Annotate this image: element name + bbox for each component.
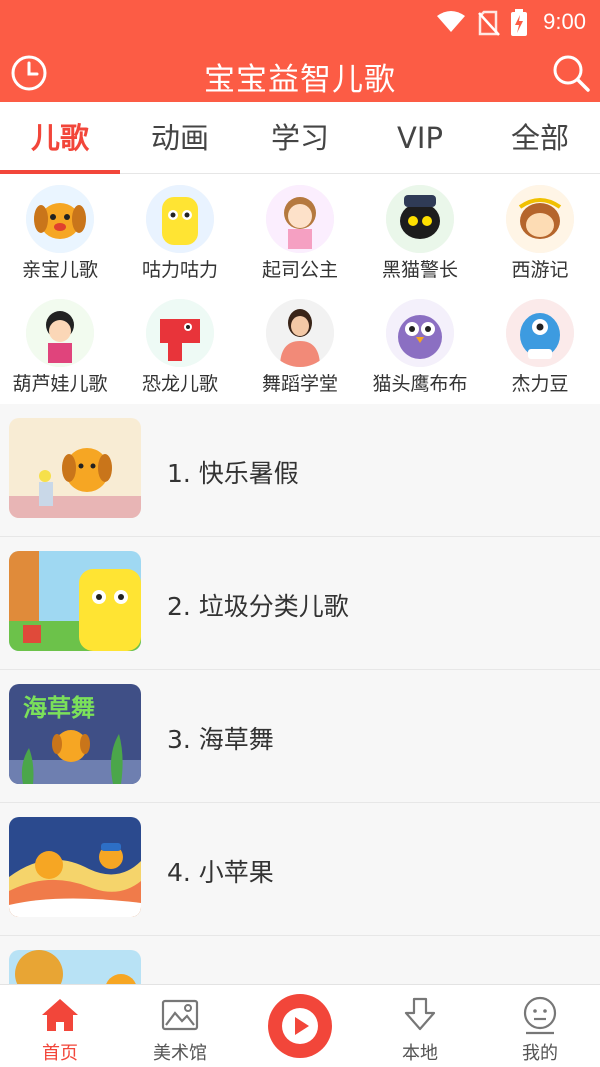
nav-label: 我的 <box>522 1043 558 1064</box>
category-label: 杰力豆 <box>511 373 569 395</box>
song-thumbnail: 海草舞 <box>9 684 141 784</box>
black-cat-avatar-icon <box>386 185 454 253</box>
thumbnail-title: 海草舞 <box>23 694 95 722</box>
play-button[interactable] <box>268 994 332 1058</box>
category-item-dance[interactable]: 舞蹈学堂 <box>240 291 360 401</box>
battery-charging-icon <box>511 9 527 36</box>
category-label: 亲宝儿歌 <box>21 259 98 281</box>
download-icon <box>404 997 436 1031</box>
list-item[interactable]: 4. 小苹果 <box>0 803 600 936</box>
category-label: 黑猫警长 <box>381 259 458 281</box>
nav-local[interactable]: 本地 <box>360 985 480 1067</box>
profile-icon <box>523 996 557 1035</box>
category-label: 西游记 <box>511 259 569 281</box>
song-thumbnail <box>9 950 141 984</box>
song-title: 1. 快乐暑假 <box>167 459 299 488</box>
category-label: 葫芦娃儿歌 <box>12 373 108 395</box>
app-header: 宝宝益智儿歌 <box>0 44 600 102</box>
nav-label: 首页 <box>42 1043 78 1064</box>
song-list: 1. 快乐暑假 2. 垃圾分类儿歌 海草舞 3. 海草舞 4. 小苹果 <box>0 404 600 984</box>
nav-label: 本地 <box>402 1043 438 1064</box>
song-thumbnail <box>9 418 141 518</box>
blue-monster-avatar-icon <box>506 299 574 367</box>
tab-all[interactable]: 全部 <box>480 102 600 174</box>
category-item-qinbao[interactable]: 亲宝儿歌 <box>0 177 120 287</box>
tab-songs[interactable]: 儿歌 <box>0 102 120 174</box>
song-title: 3. 海草舞 <box>167 725 274 754</box>
category-grid: 亲宝儿歌 咕力咕力 起司公主 黑猫警长 西游记 葫芦娃儿歌 恐龙儿歌 舞蹈学堂 … <box>0 175 600 403</box>
monkey-avatar-icon <box>506 185 574 253</box>
nav-gallery[interactable]: 美术馆 <box>120 985 240 1067</box>
top-bar: 9:00 宝宝益智儿歌 <box>0 0 600 102</box>
category-item-jellybean[interactable]: 杰力豆 <box>480 291 600 401</box>
princess-avatar-icon <box>266 185 334 253</box>
puppy-avatar-icon <box>26 185 94 253</box>
category-label: 舞蹈学堂 <box>261 373 338 395</box>
nav-label: 美术馆 <box>153 1043 207 1064</box>
list-item[interactable]: 2. 垃圾分类儿歌 <box>0 537 600 670</box>
song-thumbnail <box>9 817 141 917</box>
app-title: 宝宝益智儿歌 <box>204 62 396 98</box>
search-icon[interactable] <box>551 53 591 93</box>
status-time: 9:00 <box>543 9 586 34</box>
category-label: 恐龙儿歌 <box>141 373 218 395</box>
category-item-journey-west[interactable]: 西游记 <box>480 177 600 287</box>
tab-vip[interactable]: VIP <box>360 102 480 174</box>
song-thumbnail <box>9 551 141 651</box>
category-item-black-cat[interactable]: 黑猫警长 <box>360 177 480 287</box>
tab-learning[interactable]: 学习 <box>240 102 360 174</box>
category-label: 猫头鹰布布 <box>372 373 468 395</box>
song-title: 4. 小苹果 <box>167 858 274 887</box>
play-icon <box>282 1008 318 1044</box>
category-label: 咕力咕力 <box>141 259 218 281</box>
gourd-kid-avatar-icon <box>26 299 94 367</box>
category-tabs: 儿歌 动画 学习 VIP 全部 <box>0 102 600 174</box>
dinosaur-avatar-icon <box>146 299 214 367</box>
dancer-avatar-icon <box>266 299 334 367</box>
tab-animation[interactable]: 动画 <box>120 102 240 174</box>
wifi-icon <box>437 11 465 32</box>
gallery-icon <box>161 999 199 1031</box>
home-icon <box>42 999 78 1031</box>
category-label: 起司公主 <box>261 259 338 281</box>
owl-avatar-icon <box>386 299 454 367</box>
status-bar: 9:00 <box>0 0 600 44</box>
list-item[interactable]: 海草舞 3. 海草舞 <box>0 670 600 803</box>
list-item[interactable] <box>0 936 600 984</box>
category-item-owl[interactable]: 猫头鹰布布 <box>360 291 480 401</box>
yellow-monster-avatar-icon <box>146 185 214 253</box>
nav-home[interactable]: 首页 <box>0 985 120 1067</box>
category-item-dinosaur[interactable]: 恐龙儿歌 <box>120 291 240 401</box>
category-item-princess[interactable]: 起司公主 <box>240 177 360 287</box>
category-item-guli[interactable]: 咕力咕力 <box>120 177 240 287</box>
nav-profile[interactable]: 我的 <box>480 985 600 1067</box>
list-item[interactable]: 1. 快乐暑假 <box>0 404 600 537</box>
no-sim-icon <box>478 10 500 36</box>
category-item-gourd-kids[interactable]: 葫芦娃儿歌 <box>0 291 120 401</box>
active-tab-indicator <box>0 170 120 174</box>
song-title: 2. 垃圾分类儿歌 <box>167 592 349 621</box>
